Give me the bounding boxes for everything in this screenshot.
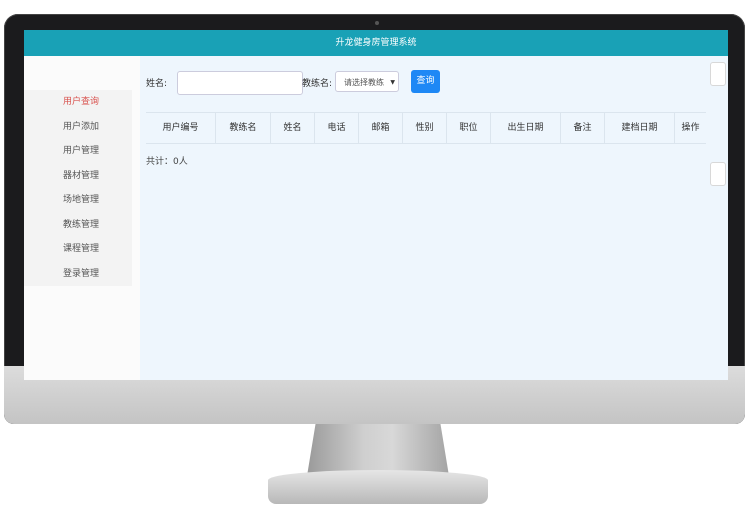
coach-label: 教练名: xyxy=(302,79,333,89)
sidebar-item-equipment-manage[interactable]: 器材管理 xyxy=(24,164,132,189)
sidebar-item-course-manage[interactable]: 课程管理 xyxy=(24,237,132,262)
column-header-coach-name[interactable]: 教练名 xyxy=(216,113,271,143)
sidebar-item-venue-manage[interactable]: 场地管理 xyxy=(24,188,132,213)
name-input[interactable] xyxy=(177,71,303,95)
sidebar-item-login-manage[interactable]: 登录管理 xyxy=(24,262,132,287)
edge-panel-top xyxy=(710,62,726,86)
app-title: 升龙健身房管理系统 xyxy=(335,38,417,48)
total-count: 共计：0人 xyxy=(146,157,188,167)
monitor-stand-base xyxy=(268,470,488,504)
app-title-bar: 升龙健身房管理系统 xyxy=(24,30,728,56)
sidebar-item-user-manage[interactable]: 用户管理 xyxy=(24,139,132,164)
column-header-birth-date[interactable]: 出生日期 xyxy=(491,113,561,143)
sidebar-item-coach-manage[interactable]: 教练管理 xyxy=(24,213,132,238)
app-content: 用户查询 用户添加 用户管理 器材管理 场地管理 教练管理 课程管理 登录管理 … xyxy=(24,56,728,380)
coach-select-value: 请选择教练 xyxy=(344,78,384,87)
sidebar-item-user-query[interactable]: 用户查询 xyxy=(24,90,132,115)
screen: 升龙健身房管理系统 用户查询 用户添加 用户管理 器材管理 场地管理 教练管理 … xyxy=(24,30,728,380)
main-panel: 姓名: 教练名: 请选择教练 ▼ 查询 用户编号 教练名 姓名 电话 邮箱 性别… xyxy=(140,56,728,380)
sidebar: 用户查询 用户添加 用户管理 器材管理 场地管理 教练管理 课程管理 登录管理 xyxy=(24,56,140,380)
column-header-actions[interactable]: 操作 xyxy=(675,113,706,143)
column-header-position[interactable]: 职位 xyxy=(447,113,491,143)
column-header-remarks[interactable]: 备注 xyxy=(561,113,605,143)
column-header-email[interactable]: 邮箱 xyxy=(359,113,403,143)
column-header-user-id[interactable]: 用户编号 xyxy=(146,113,216,143)
column-header-gender[interactable]: 性别 xyxy=(403,113,447,143)
camera-icon xyxy=(375,21,379,25)
query-button[interactable]: 查询 xyxy=(411,70,440,93)
sidebar-menu: 用户查询 用户添加 用户管理 器材管理 场地管理 教练管理 课程管理 登录管理 xyxy=(24,90,132,286)
sidebar-item-user-add[interactable]: 用户添加 xyxy=(24,115,132,140)
column-header-record-date[interactable]: 建档日期 xyxy=(605,113,675,143)
edge-panel-bottom xyxy=(710,162,726,186)
column-header-phone[interactable]: 电话 xyxy=(315,113,359,143)
results-table-header: 用户编号 教练名 姓名 电话 邮箱 性别 职位 出生日期 备注 建档日期 操作 xyxy=(146,112,706,144)
name-label: 姓名: xyxy=(146,79,168,89)
coach-select[interactable]: 请选择教练 ▼ xyxy=(335,71,399,92)
column-header-name[interactable]: 姓名 xyxy=(271,113,315,143)
monitor-stand-neck xyxy=(307,424,449,476)
chevron-down-icon: ▼ xyxy=(390,79,395,86)
